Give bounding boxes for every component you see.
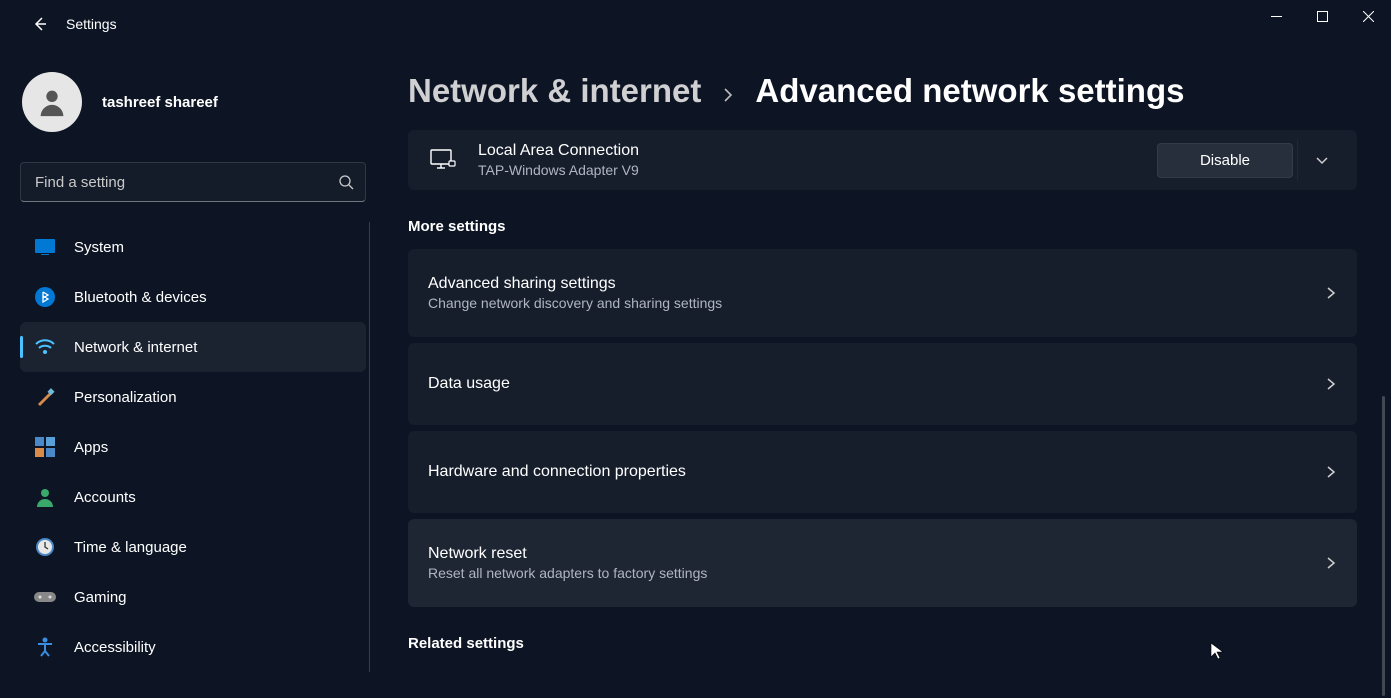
- sidebar-item-label: Bluetooth & devices: [74, 289, 207, 306]
- back-arrow-icon: [32, 16, 48, 32]
- section-heading-more: More settings: [408, 218, 1371, 235]
- search-input[interactable]: [20, 162, 366, 202]
- chevron-right-icon: [1325, 287, 1337, 299]
- list-title: Hardware and connection properties: [428, 463, 1325, 481]
- breadcrumb-current: Advanced network settings: [755, 72, 1184, 110]
- list-sub: Change network discovery and sharing set…: [428, 295, 1325, 311]
- breadcrumb-parent[interactable]: Network & internet: [408, 72, 701, 110]
- gaming-icon: [34, 586, 56, 608]
- sidebar-item-system[interactable]: System: [20, 222, 366, 272]
- sidebar-item-label: Accessibility: [74, 639, 156, 656]
- sidebar-item-gaming[interactable]: Gaming: [20, 572, 366, 622]
- maximize-icon: [1317, 11, 1328, 22]
- sidebar-item-accounts[interactable]: Accounts: [20, 472, 366, 522]
- back-button[interactable]: [20, 4, 60, 44]
- sidebar-item-label: Time & language: [74, 539, 187, 556]
- list-title: Data usage: [428, 375, 1325, 393]
- sidebar-item-apps[interactable]: Apps: [20, 422, 366, 472]
- chevron-right-icon: [1325, 378, 1337, 390]
- sidebar-item-label: Network & internet: [74, 339, 197, 356]
- wifi-icon: [34, 336, 56, 358]
- adapter-title: Local Area Connection: [478, 142, 1157, 160]
- list-title: Network reset: [428, 545, 1325, 563]
- maximize-button[interactable]: [1299, 0, 1345, 32]
- system-icon: [34, 236, 56, 258]
- chevron-down-icon: [1315, 153, 1329, 167]
- item-hardware-properties[interactable]: Hardware and connection properties: [408, 431, 1357, 513]
- close-button[interactable]: [1345, 0, 1391, 32]
- avatar-icon: [35, 85, 69, 119]
- sidebar-item-time[interactable]: Time & language: [20, 522, 366, 572]
- sidebar-item-bluetooth[interactable]: Bluetooth & devices: [20, 272, 366, 322]
- accessibility-icon: [34, 636, 56, 658]
- profile[interactable]: tashreef shareef: [22, 72, 370, 132]
- chevron-right-icon: [721, 88, 735, 102]
- search-wrap: [20, 162, 366, 202]
- profile-name: tashreef shareef: [102, 94, 218, 111]
- minimize-icon: [1271, 11, 1282, 22]
- sidebar-item-personalization[interactable]: Personalization: [20, 372, 366, 422]
- adapter-sub: TAP-Windows Adapter V9: [478, 162, 1157, 178]
- sidebar-item-label: Accounts: [74, 489, 136, 506]
- titlebar: Settings: [0, 0, 1391, 48]
- item-advanced-sharing[interactable]: Advanced sharing settings Change network…: [408, 249, 1357, 337]
- main-content: Network & internet Advanced network sett…: [370, 48, 1391, 698]
- disable-button[interactable]: Disable: [1157, 143, 1293, 178]
- minimize-button[interactable]: [1253, 0, 1299, 32]
- list-sub: Reset all network adapters to factory se…: [428, 565, 1325, 581]
- apps-icon: [34, 436, 56, 458]
- chevron-right-icon: [1325, 557, 1337, 569]
- sidebar-item-label: Gaming: [74, 589, 127, 606]
- search-icon: [338, 174, 354, 190]
- app-title: Settings: [66, 16, 117, 32]
- nav: System Bluetooth & devices Network & int…: [20, 222, 370, 672]
- adapter-card: Local Area Connection TAP-Windows Adapte…: [408, 130, 1357, 190]
- item-network-reset[interactable]: Network reset Reset all network adapters…: [408, 519, 1357, 607]
- sidebar-item-accessibility[interactable]: Accessibility: [20, 622, 366, 672]
- accounts-icon: [34, 486, 56, 508]
- sidebar-item-label: System: [74, 239, 124, 256]
- monitor-icon: [426, 143, 460, 177]
- scrollbar[interactable]: [1382, 396, 1385, 696]
- section-heading-related: Related settings: [408, 635, 1371, 652]
- close-icon: [1363, 11, 1374, 22]
- chevron-right-icon: [1325, 466, 1337, 478]
- bluetooth-icon: [34, 286, 56, 308]
- sidebar-item-network[interactable]: Network & internet: [20, 322, 366, 372]
- expand-button[interactable]: [1297, 140, 1345, 180]
- clock-icon: [34, 536, 56, 558]
- sidebar-item-label: Personalization: [74, 389, 177, 406]
- item-data-usage[interactable]: Data usage: [408, 343, 1357, 425]
- list-title: Advanced sharing settings: [428, 275, 1325, 293]
- sidebar-item-label: Apps: [74, 439, 108, 456]
- avatar: [22, 72, 82, 132]
- brush-icon: [34, 386, 56, 408]
- breadcrumb: Network & internet Advanced network sett…: [408, 72, 1371, 110]
- sidebar: tashreef shareef System Bluetooth & devi…: [0, 48, 370, 698]
- window-controls: [1253, 0, 1391, 32]
